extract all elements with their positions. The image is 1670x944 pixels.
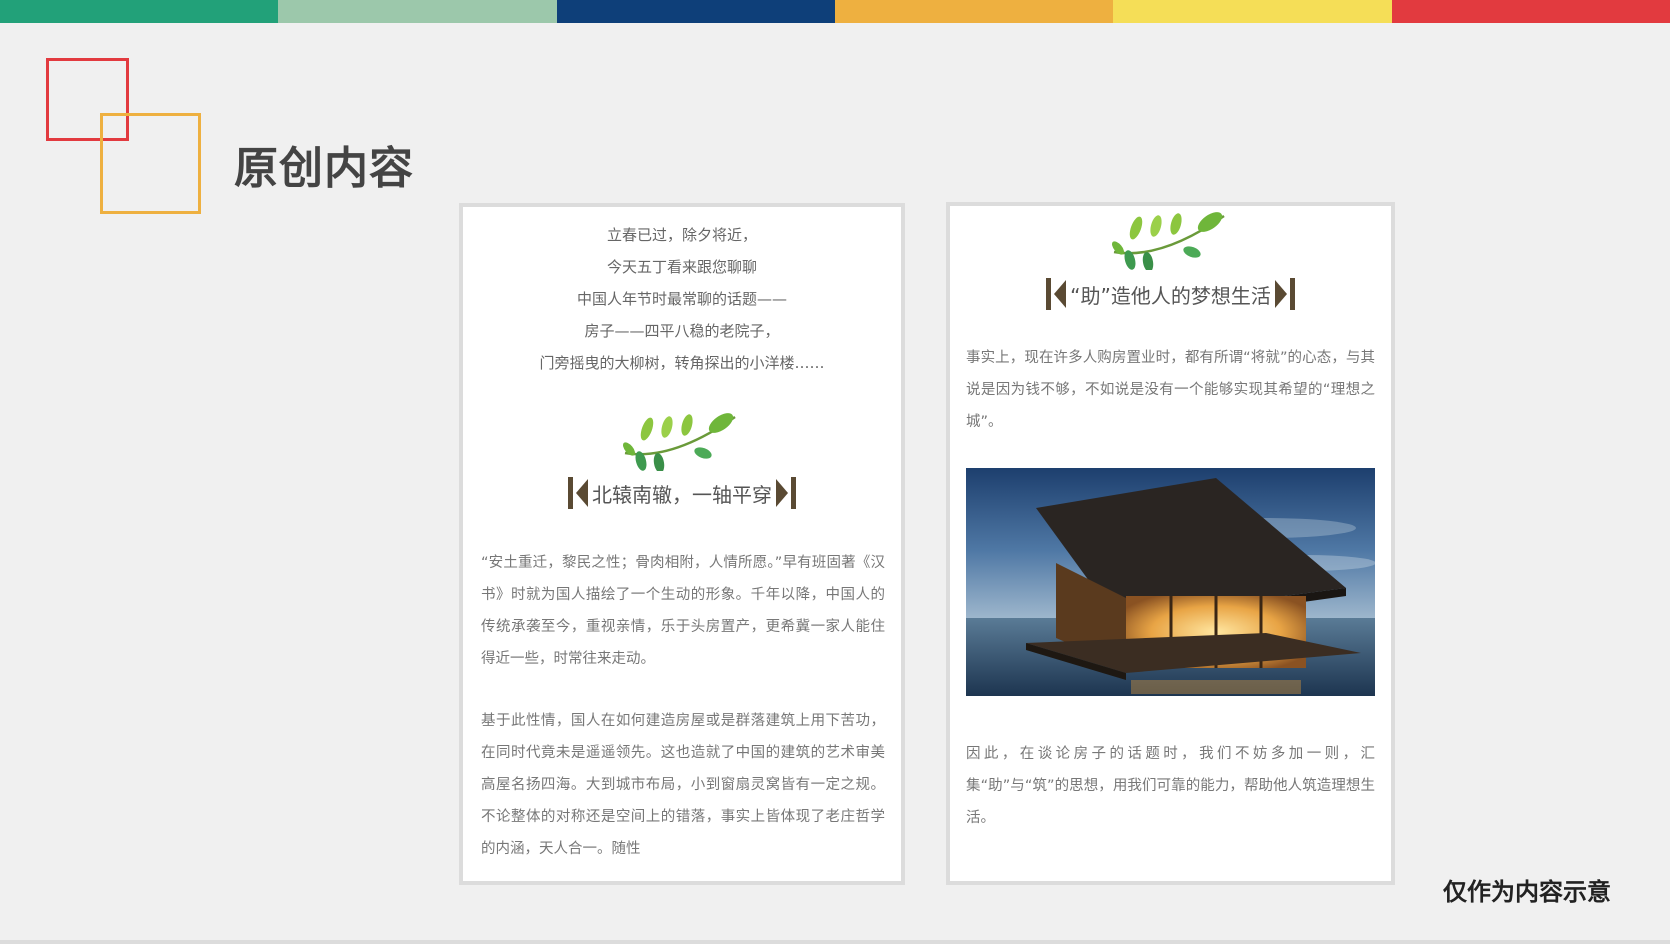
bracket-right-icon <box>1274 278 1295 310</box>
poem-line: 中国人年节时最常聊的话题—— <box>576 290 787 308</box>
slide-background: 原创内容 立春已过，除夕将近， 今天五丁看来跟您聊聊 中国人年节时最常聊的话题—… <box>0 0 1670 940</box>
article-paragraph: 基于此性情，国人在如何建造房屋或是群落建筑上用下苦功，在同时代竟未是遥遥领先。这… <box>481 713 885 857</box>
section-heading: 北辕南辙，一轴平穿 <box>463 477 901 509</box>
stripe-segment <box>278 0 557 23</box>
article-card-left: 立春已过，除夕将近， 今天五丁看来跟您聊聊 中国人年节时最常聊的话题—— 房子—… <box>459 203 905 885</box>
section-heading-text: “助”造他人的梦想生活 <box>1070 283 1271 308</box>
section-heading-text: 北辕南辙，一轴平穿 <box>592 482 772 507</box>
glass-house-photo <box>966 468 1375 696</box>
article-paragraph: 因此，在谈论房子的话题时，我们不妨多加一则，汇集“助”与“筑”的思想，用我们可靠… <box>966 746 1375 826</box>
bracket-left-icon <box>1046 278 1067 310</box>
section-heading: “助”造他人的梦想生活 <box>950 278 1391 310</box>
stripe-segment <box>0 0 279 23</box>
leaf-branch-icon <box>463 409 901 471</box>
poem-line: 今天五丁看来跟您聊聊 <box>606 258 757 276</box>
article-card-right: “助”造他人的梦想生活 事实上，现在许多人购房置业时，都有所谓“将就”的心态，与… <box>946 202 1395 885</box>
stripe-segment <box>834 0 1114 23</box>
decor-square-orange <box>100 113 201 214</box>
disclaimer-note: 仅作为内容示意 <box>1443 878 1611 906</box>
stripe-segment <box>556 0 835 23</box>
bracket-right-icon <box>776 477 796 509</box>
poem-line: 门旁摇曳的大柳树，转角探出的小洋楼…… <box>539 354 825 372</box>
page-title: 原创内容 <box>234 143 414 194</box>
intro-poem: 立春已过，除夕将近， 今天五丁看来跟您聊聊 中国人年节时最常聊的话题—— 房子—… <box>463 219 901 379</box>
stripe-segment <box>1391 0 1670 23</box>
leaf-branch-icon <box>950 208 1391 270</box>
bottom-border <box>0 940 1670 944</box>
bracket-left-icon <box>568 477 588 509</box>
poem-line: 立春已过，除夕将近， <box>606 226 757 244</box>
article-paragraph: 事实上，现在许多人购房置业时，都有所谓“将就”的心态，与其说是因为钱不够，不如说… <box>966 350 1375 430</box>
poem-line: 房子——四平八稳的老院子， <box>584 322 780 340</box>
stripe-segment <box>1113 0 1392 23</box>
article-paragraph: “安土重迁，黎民之性；骨肉相附，人情所愿。”早有班固著《汉书》时就为国人描绘了一… <box>481 555 885 667</box>
color-stripe-bar <box>0 0 1670 23</box>
